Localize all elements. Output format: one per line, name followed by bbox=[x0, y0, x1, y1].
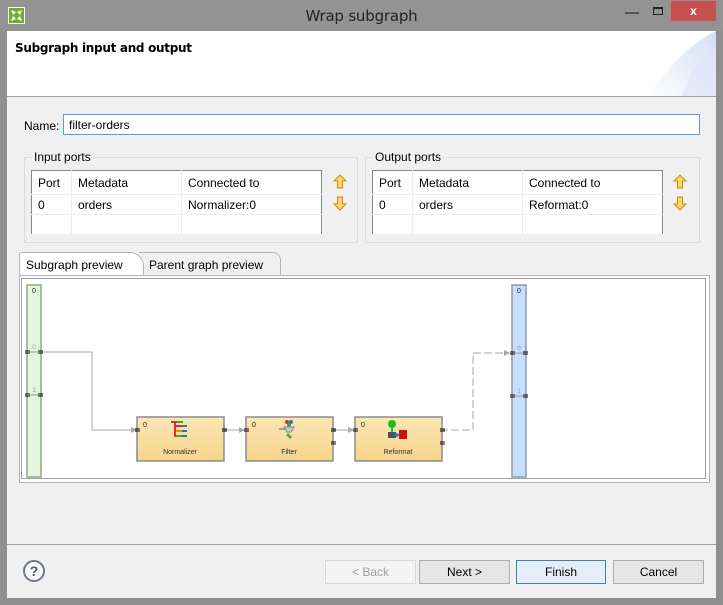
input-ports-table[interactable]: Port Metadata Connected to 0 orders Norm… bbox=[31, 170, 322, 235]
component-port-label: 0 bbox=[361, 422, 365, 429]
column-header-port[interactable]: Port bbox=[31, 170, 72, 195]
cell-port[interactable]: 0 bbox=[372, 194, 413, 215]
name-label: Name: bbox=[24, 119, 60, 133]
title-bar: Wrap subgraph x bbox=[0, 0, 723, 31]
close-icon: x bbox=[690, 4, 697, 18]
component-name: Filter bbox=[281, 449, 297, 456]
component-filter[interactable]: 0 Filter bbox=[244, 416, 336, 462]
column-header-connected-to[interactable]: Connected to bbox=[522, 170, 663, 195]
input-ports-legend: Input ports bbox=[34, 150, 91, 164]
wizard-header: Subgraph input and output bbox=[7, 31, 716, 97]
subgraph-output-bar[interactable]: 0 0 1 bbox=[510, 284, 528, 478]
component-name: Normalizer bbox=[163, 449, 198, 456]
minimize-button[interactable] bbox=[625, 12, 639, 14]
cell-connected-to[interactable]: Normalizer:0 bbox=[181, 194, 322, 215]
output-ports-legend: Output ports bbox=[375, 150, 442, 164]
cell-connected-to[interactable] bbox=[522, 214, 663, 235]
tab-parent-graph-preview[interactable]: Parent graph preview bbox=[139, 252, 281, 275]
graph-svg: 0 0 1 0 0 1 0 Normalizer 0 Filter 0 Refo… bbox=[25, 284, 528, 478]
tab-label: Subgraph preview bbox=[26, 258, 123, 272]
output-move-down-button[interactable] bbox=[672, 195, 688, 211]
column-header-connected-to[interactable]: Connected to bbox=[181, 170, 322, 195]
graph-canvas[interactable]: 0 0 1 0 0 1 0 Normalizer 0 Filter 0 Refo… bbox=[21, 278, 706, 479]
finish-button[interactable]: Finish bbox=[516, 560, 606, 584]
footer-separator bbox=[7, 544, 716, 545]
table-header-row: Port Metadata Connected to bbox=[31, 170, 322, 195]
edge-reformat-to-output bbox=[440, 350, 510, 431]
cell-connected-to[interactable]: Reformat:0 bbox=[522, 194, 663, 215]
name-input[interactable] bbox=[63, 114, 700, 135]
page-title: Subgraph input and output bbox=[15, 41, 192, 55]
input-move-up-button[interactable] bbox=[332, 174, 348, 190]
help-icon[interactable]: ? bbox=[23, 560, 45, 582]
next-button[interactable]: Next > bbox=[419, 560, 510, 584]
cell-metadata[interactable]: orders bbox=[71, 194, 182, 215]
input-move-down-button[interactable] bbox=[332, 195, 348, 211]
table-row[interactable]: 0 orders Normalizer:0 bbox=[31, 194, 322, 215]
input-bar-label: 0 bbox=[32, 288, 36, 295]
table-header-row: Port Metadata Connected to bbox=[372, 170, 663, 195]
component-name: Reformat bbox=[384, 449, 413, 456]
arrow-up-icon bbox=[672, 174, 688, 189]
component-port-label: 0 bbox=[252, 422, 256, 429]
cell-metadata[interactable] bbox=[412, 214, 523, 235]
cell-port[interactable] bbox=[372, 214, 413, 235]
arrow-down-icon bbox=[672, 196, 688, 211]
column-header-port[interactable]: Port bbox=[372, 170, 413, 195]
preview-panel: 0 0 1 0 0 1 0 Normalizer 0 Filter 0 Refo… bbox=[19, 275, 710, 483]
edge-input-to-normalizer bbox=[41, 351, 137, 433]
column-header-metadata[interactable]: Metadata bbox=[71, 170, 182, 195]
cell-connected-to[interactable] bbox=[181, 214, 322, 235]
component-reformat[interactable]: 0 Reformat bbox=[353, 416, 445, 462]
arrow-up-icon bbox=[332, 174, 348, 189]
tab-subgraph-preview[interactable]: Subgraph preview bbox=[19, 252, 144, 275]
table-row[interactable] bbox=[372, 214, 663, 235]
table-row[interactable]: 0 orders Reformat:0 bbox=[372, 194, 663, 215]
cell-metadata[interactable]: orders bbox=[412, 194, 523, 215]
back-button[interactable]: < Back bbox=[325, 560, 416, 584]
table-row[interactable] bbox=[31, 214, 322, 235]
output-move-up-button[interactable] bbox=[672, 174, 688, 190]
output-bar-label: 0 bbox=[517, 288, 521, 295]
cell-port[interactable]: 0 bbox=[31, 194, 72, 215]
cell-port[interactable] bbox=[31, 214, 72, 235]
maximize-button[interactable] bbox=[653, 7, 663, 15]
component-normalizer[interactable]: 0 Normalizer bbox=[135, 416, 227, 462]
dialog-body: Subgraph input and output Name: Input po… bbox=[7, 31, 716, 598]
cell-metadata[interactable] bbox=[71, 214, 182, 235]
column-header-metadata[interactable]: Metadata bbox=[412, 170, 523, 195]
arrow-down-icon bbox=[332, 196, 348, 211]
window-title: Wrap subgraph bbox=[305, 7, 418, 25]
header-decoration bbox=[646, 31, 716, 96]
component-port-label: 0 bbox=[143, 422, 147, 429]
tab-label: Parent graph preview bbox=[149, 258, 264, 272]
subgraph-input-bar[interactable]: 0 0 1 bbox=[25, 284, 43, 478]
cancel-button[interactable]: Cancel bbox=[613, 560, 704, 584]
close-button[interactable]: x bbox=[671, 1, 716, 21]
output-ports-table[interactable]: Port Metadata Connected to 0 orders Refo… bbox=[372, 170, 663, 235]
